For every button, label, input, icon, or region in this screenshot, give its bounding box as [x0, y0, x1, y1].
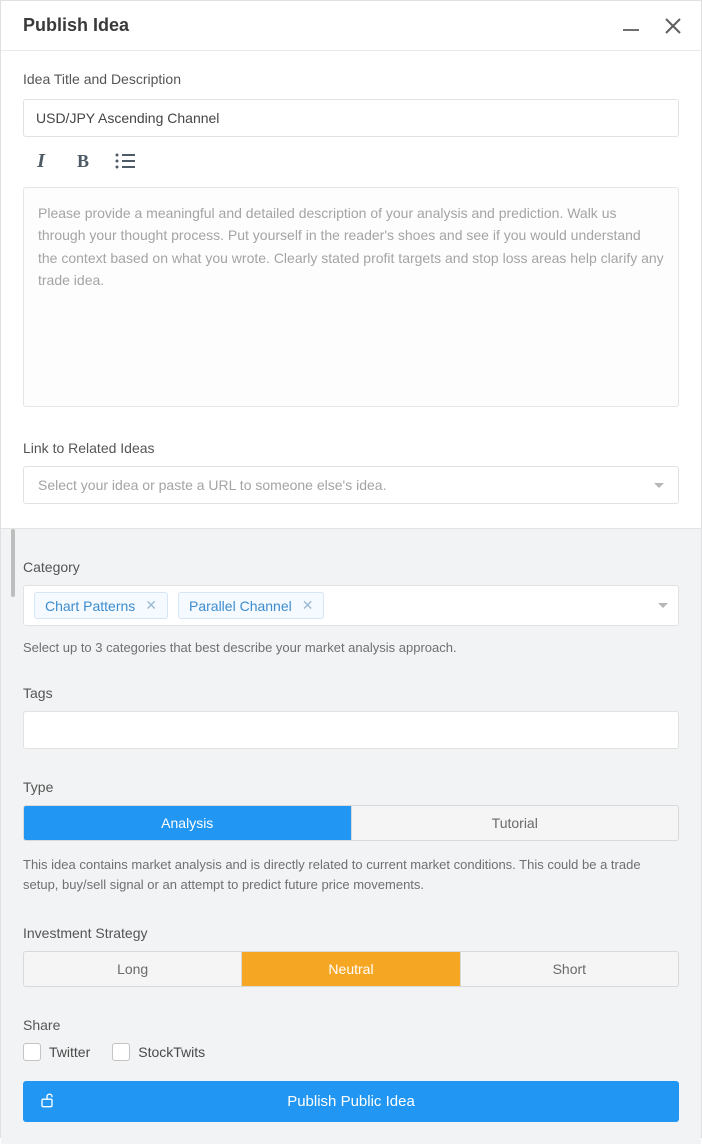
idea-title-input[interactable]: [23, 99, 679, 137]
scrollbar-thumb[interactable]: [11, 529, 15, 597]
share-section: Share Twitter StockTwits: [23, 1017, 679, 1061]
minimize-icon: [623, 29, 639, 31]
publish-button-label: Publish Public Idea: [287, 1093, 415, 1110]
share-stocktwits-checkbox[interactable]: StockTwits: [112, 1043, 205, 1061]
tags-label: Tags: [23, 685, 679, 701]
bullet-list-button[interactable]: [113, 149, 137, 173]
lower-panel: Category Chart Patterns ✕ Parallel Chann…: [1, 528, 701, 1144]
link-section-label: Link to Related Ideas: [23, 440, 679, 456]
related-ideas-placeholder: Select your idea or paste a URL to someo…: [38, 477, 386, 493]
link-section: Link to Related Ideas Select your idea o…: [23, 440, 679, 504]
italic-button[interactable]: I: [29, 149, 53, 173]
category-section: Category Chart Patterns ✕ Parallel Chann…: [23, 559, 679, 655]
strategy-section: Investment Strategy Long Neutral Short: [23, 925, 679, 987]
type-option-analysis[interactable]: Analysis: [24, 806, 351, 840]
strategy-option-long[interactable]: Long: [24, 952, 241, 986]
type-option-tutorial[interactable]: Tutorial: [351, 806, 679, 840]
editor-toolbar: I B: [23, 137, 679, 187]
type-section: Type Analysis Tutorial This idea contain…: [23, 779, 679, 895]
strategy-label: Investment Strategy: [23, 925, 679, 941]
remove-chip-button[interactable]: ✕: [145, 597, 157, 614]
category-label: Category: [23, 559, 679, 575]
category-helper: Select up to 3 categories that best desc…: [23, 640, 679, 655]
idea-description-textarea[interactable]: [23, 187, 679, 407]
strategy-segmented: Long Neutral Short: [23, 951, 679, 987]
minimize-button[interactable]: [621, 16, 641, 36]
strategy-option-neutral[interactable]: Neutral: [241, 952, 459, 986]
bullet-list-icon: [114, 151, 136, 171]
checkbox-icon: [23, 1043, 41, 1061]
publish-idea-dialog: Publish Idea Idea Title and Description …: [0, 0, 702, 1138]
checkbox-label: StockTwits: [138, 1044, 205, 1060]
strategy-option-short[interactable]: Short: [460, 952, 678, 986]
type-description: This idea contains market analysis and i…: [23, 855, 679, 895]
related-ideas-select[interactable]: Select your idea or paste a URL to someo…: [23, 466, 679, 504]
close-icon: [664, 17, 682, 35]
title-section-label: Idea Title and Description: [23, 71, 679, 87]
category-select[interactable]: Chart Patterns ✕ Parallel Channel ✕: [23, 585, 679, 626]
remove-chip-button[interactable]: ✕: [302, 597, 314, 614]
chevron-down-icon: [654, 483, 664, 488]
checkbox-icon: [112, 1043, 130, 1061]
share-twitter-checkbox[interactable]: Twitter: [23, 1043, 90, 1061]
publish-button[interactable]: Publish Public Idea: [23, 1081, 679, 1122]
tags-section: Tags: [23, 685, 679, 749]
share-options: Twitter StockTwits: [23, 1043, 679, 1061]
checkbox-label: Twitter: [49, 1044, 90, 1060]
share-label: Share: [23, 1017, 679, 1033]
titlebar: Publish Idea: [1, 1, 701, 51]
bold-button[interactable]: B: [71, 149, 95, 173]
chip-label: Parallel Channel: [189, 598, 292, 614]
category-chip-parallel-channel: Parallel Channel ✕: [178, 592, 324, 619]
dialog-title: Publish Idea: [23, 15, 129, 36]
type-label: Type: [23, 779, 679, 795]
type-segmented: Analysis Tutorial: [23, 805, 679, 841]
upper-panel: Idea Title and Description I B Link to R…: [1, 51, 701, 528]
unlock-icon: [37, 1090, 57, 1114]
window-controls: [621, 16, 683, 36]
chevron-down-icon: [658, 603, 668, 608]
chip-label: Chart Patterns: [45, 598, 135, 614]
tags-input[interactable]: [23, 711, 679, 749]
close-button[interactable]: [663, 16, 683, 36]
category-chip-chart-patterns: Chart Patterns ✕: [34, 592, 168, 619]
